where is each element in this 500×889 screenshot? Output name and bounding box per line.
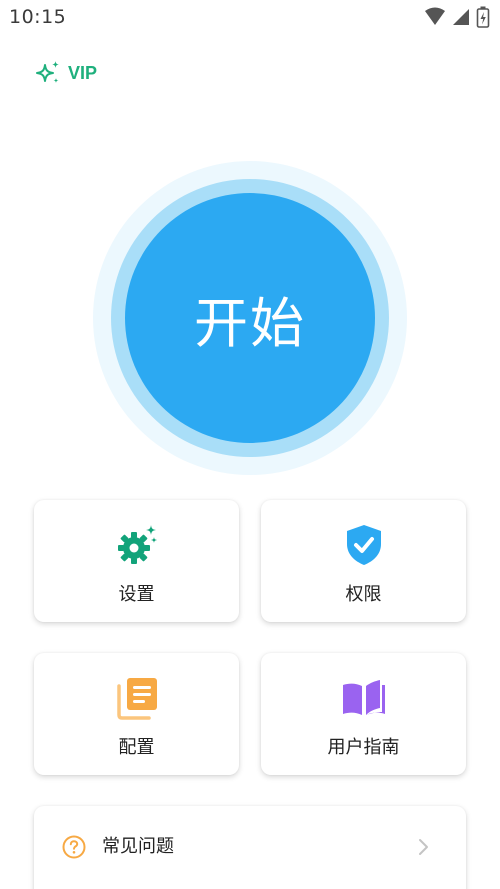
question-circle-icon: [62, 835, 86, 859]
wifi-icon: [425, 7, 445, 25]
permissions-label: 权限: [345, 584, 382, 605]
configuration-label: 配置: [118, 737, 155, 758]
permissions-card[interactable]: 权限: [261, 500, 466, 622]
gear-icon: [117, 525, 157, 564]
shield-check-icon: [346, 525, 381, 565]
chevron-right-icon: [419, 839, 428, 855]
user-guide-card[interactable]: 用户指南: [261, 653, 466, 775]
book-icon: [342, 680, 385, 715]
start-button-label: 开始: [194, 291, 306, 355]
status-icons: [424, 6, 490, 28]
settings-card[interactable]: 设置: [34, 500, 239, 622]
faq-label: 常见问题: [102, 836, 174, 857]
battery-icon: [476, 6, 490, 28]
status-bar: 10:15: [0, 0, 500, 36]
configuration-card[interactable]: 配置: [34, 653, 239, 775]
vip-button[interactable]: VIP: [34, 58, 97, 88]
vip-label: VIP: [68, 62, 98, 83]
document-stack-icon: [116, 678, 157, 720]
app-screen: 10:15 VIP 开始 设置 权限 配置 用户指南 常见问题: [0, 0, 500, 889]
start-button[interactable]: 开始: [125, 193, 375, 443]
sparkle-icon: [36, 61, 59, 83]
signal-icon: [453, 9, 469, 25]
settings-label: 设置: [118, 584, 155, 605]
status-time: 10:15: [9, 6, 67, 28]
user-guide-label: 用户指南: [327, 737, 400, 758]
faq-item[interactable]: 常见问题: [34, 806, 466, 889]
